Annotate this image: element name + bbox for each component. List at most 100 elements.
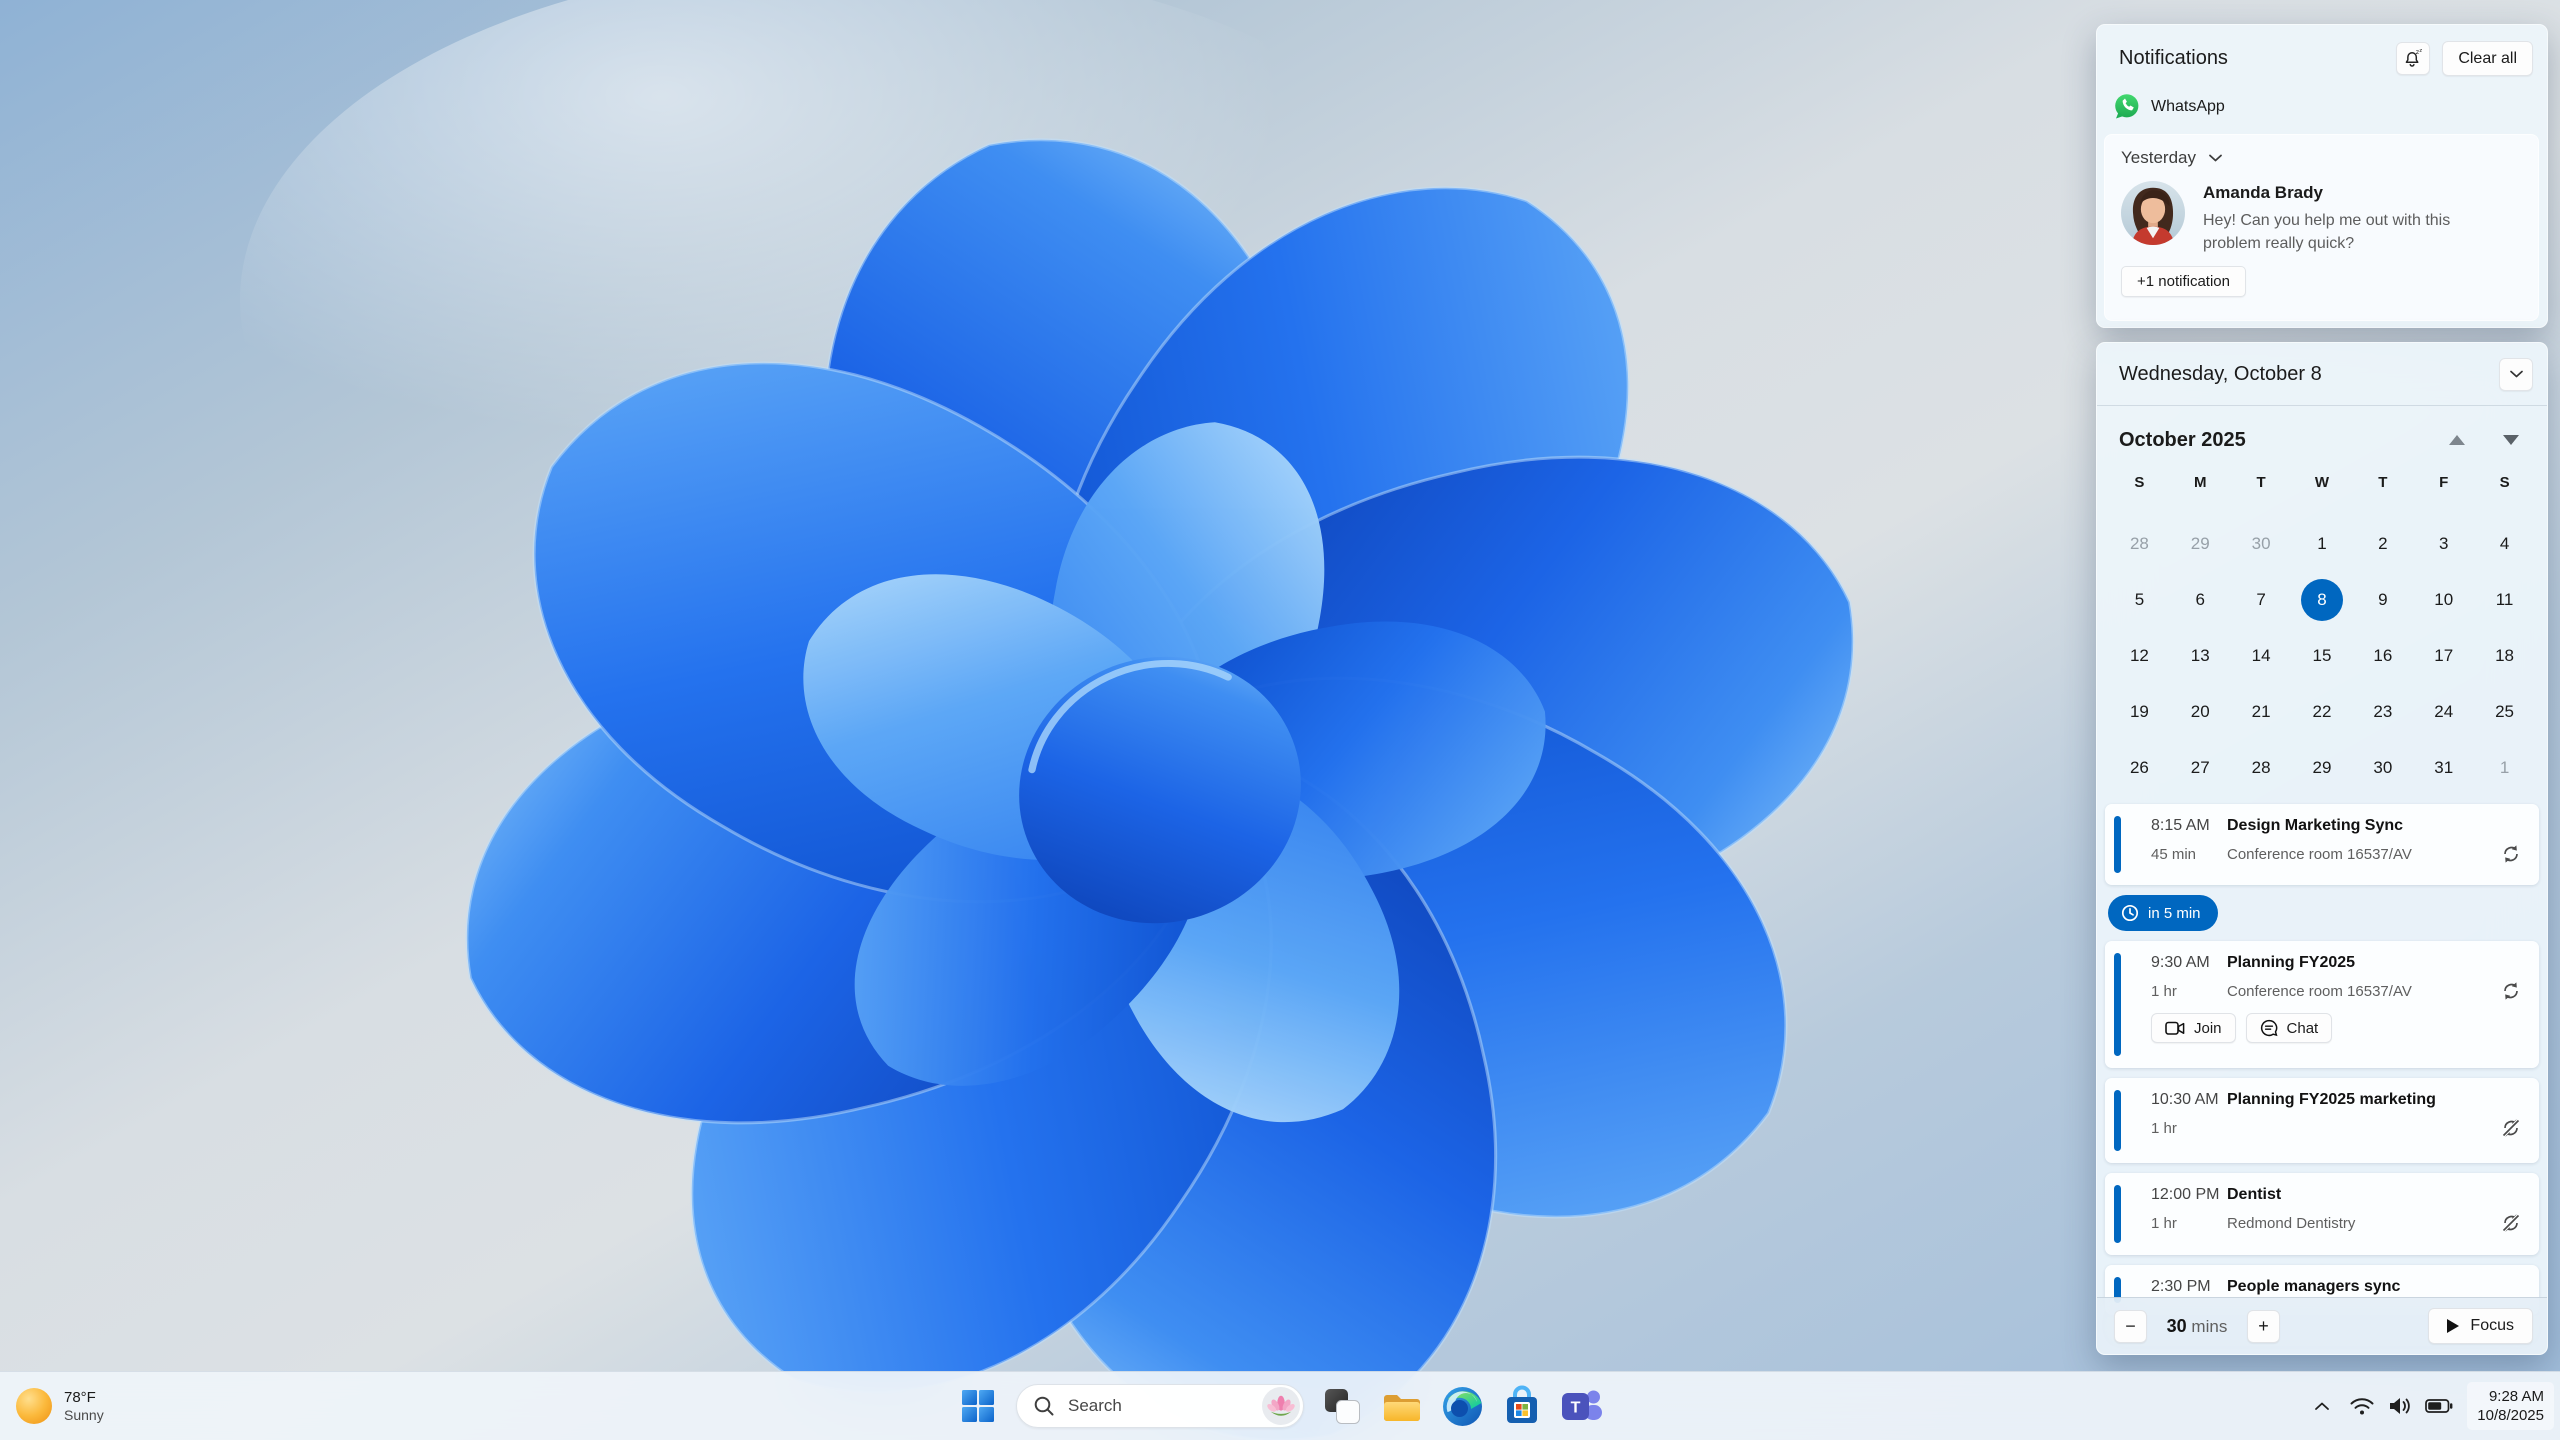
calendar-day[interactable]: 14 <box>2231 628 2292 684</box>
calendar-day[interactable]: 17 <box>2413 628 2474 684</box>
task-view-button[interactable] <box>1320 1384 1364 1428</box>
event-accent-bar <box>2114 953 2121 1056</box>
quick-settings-button[interactable] <box>2339 1386 2463 1426</box>
calendar-day[interactable]: 9 <box>2352 572 2413 628</box>
increase-minutes-button[interactable]: + <box>2247 1309 2280 1343</box>
calendar-day[interactable]: 16 <box>2352 628 2413 684</box>
calendar-date-label: Wednesday, October 8 <box>2119 362 2322 385</box>
calendar-next-month-button[interactable] <box>2503 435 2519 445</box>
calendar-day[interactable]: 29 <box>2170 516 2231 572</box>
calendar-day[interactable]: 3 <box>2413 516 2474 572</box>
svg-text:T: T <box>1571 1400 1581 1417</box>
clock-time: 9:28 AM <box>2488 1388 2544 1405</box>
calendar-month-row: October 2025 <box>2097 406 2547 460</box>
calendar-day[interactable]: 28 <box>2231 740 2292 796</box>
calendar-day[interactable]: 30 <box>2352 740 2413 796</box>
chat-button[interactable]: Chat <box>2245 1013 2333 1043</box>
calendar-day[interactable]: 20 <box>2170 684 2231 740</box>
calendar-day[interactable]: 24 <box>2413 684 2474 740</box>
event-duration: 1 hr <box>2151 1119 2177 1137</box>
calendar-day[interactable]: 27 <box>2170 740 2231 796</box>
calendar-day[interactable]: 26 <box>2109 740 2170 796</box>
event-title: People managers sync <box>2227 1278 2401 1295</box>
desktop: Notifications z z Clear all WhatsApp Yes… <box>0 0 2560 1440</box>
calendar-prev-month-button[interactable] <box>2449 435 2465 445</box>
weekday-header-row: SMTWTFS <box>2097 460 2547 504</box>
agenda-event[interactable]: 10:30 AM Planning FY2025 marketing 1 hr <box>2105 1078 2539 1163</box>
agenda-event[interactable]: 8:15 AM Design Marketing Sync 45 min Con… <box>2105 804 2539 885</box>
event-location: Conference room 16537/AV <box>2227 982 2412 1000</box>
microsoft-store-button[interactable] <box>1500 1384 1544 1428</box>
notification-item[interactable]: Yesterday Amanda Brady Hey! Can you help… <box>2104 134 2539 321</box>
calendar-day[interactable]: 12 <box>2109 628 2170 684</box>
notification-app-group: WhatsApp <box>2113 93 2547 120</box>
notification-settings-button[interactable]: z z <box>2396 42 2431 75</box>
search-input[interactable]: Search <box>1016 1384 1304 1428</box>
calendar-day[interactable]: 10 <box>2413 572 2474 628</box>
calendar-day[interactable]: 30 <box>2231 516 2292 572</box>
file-explorer-button[interactable] <box>1380 1384 1424 1428</box>
weather-temp: 78°F <box>64 1389 96 1406</box>
weekday-label: T <box>2256 474 2266 491</box>
calendar-collapse-button[interactable] <box>2499 357 2533 391</box>
focus-unit: mins <box>2191 1316 2228 1336</box>
calendar-day[interactable]: 28 <box>2109 516 2170 572</box>
taskbar: 78°F Sunny Search T 9:28 AM 10/8/2025 <box>0 1371 2560 1440</box>
more-notifications-button[interactable]: +1 notification <box>2121 266 2246 298</box>
calendar-day[interactable]: 1 <box>2474 740 2535 796</box>
notification-app-name: WhatsApp <box>2151 97 2225 115</box>
calendar-day[interactable]: 2 <box>2352 516 2413 572</box>
agenda-event[interactable]: 12:00 PM Dentist 1 hr Redmond Dentistry <box>2105 1173 2539 1255</box>
event-duration: 1 hr <box>2151 1214 2177 1232</box>
notification-sender: Amanda Brady <box>2203 183 2323 202</box>
calendar-day[interactable]: 4 <box>2474 516 2535 572</box>
calendar-day[interactable]: 5 <box>2109 572 2170 628</box>
calendar-day[interactable]: 11 <box>2474 572 2535 628</box>
sync-off-icon <box>2501 1118 2521 1138</box>
notification-group-row[interactable]: Yesterday <box>2121 148 2522 168</box>
reminder-badge[interactable]: in 5 min <box>2108 895 2218 931</box>
clear-all-button[interactable]: Clear all <box>2442 41 2533 76</box>
notification-group-label: Yesterday <box>2121 148 2196 167</box>
speaker-icon <box>2388 1396 2412 1416</box>
teams-button[interactable]: T <box>1560 1384 1604 1428</box>
calendar-day[interactable]: 18 <box>2474 628 2535 684</box>
hidden-icons-button[interactable] <box>2305 1386 2339 1426</box>
calendar-day[interactable]: 22 <box>2292 684 2353 740</box>
weekday-label: F <box>2439 474 2449 491</box>
search-highlight-badge[interactable] <box>1262 1387 1300 1425</box>
calendar-day[interactable]: 25 <box>2474 684 2535 740</box>
notification-text: Amanda Brady Hey! Can you help me out wi… <box>2203 181 2508 255</box>
focus-button[interactable]: Focus <box>2428 1308 2533 1344</box>
calendar-day[interactable]: 21 <box>2231 684 2292 740</box>
clock-button[interactable]: 9:28 AM 10/8/2025 <box>2467 1382 2554 1430</box>
sync-off-icon <box>2501 1213 2521 1233</box>
event-title: Dentist <box>2227 1186 2282 1203</box>
event-accent-bar <box>2114 1185 2121 1243</box>
start-button[interactable] <box>956 1384 1000 1428</box>
calendar-day[interactable]: 6 <box>2170 572 2231 628</box>
reminder-badge-row: in 5 min <box>2108 895 2547 931</box>
calendar-day[interactable]: 23 <box>2352 684 2413 740</box>
focus-button-label: Focus <box>2470 1317 2514 1334</box>
calendar-day[interactable]: 29 <box>2292 740 2353 796</box>
weekday-label: T <box>2378 474 2388 491</box>
lotus-icon <box>1267 1392 1295 1420</box>
calendar-day[interactable]: 8 <box>2292 572 2353 628</box>
battery-icon <box>2425 1398 2453 1414</box>
notification-center: Notifications z z Clear all WhatsApp Yes… <box>2096 24 2548 328</box>
weather-widget[interactable]: 78°F Sunny <box>14 1386 104 1426</box>
event-time: 12:00 PM <box>2151 1186 2220 1203</box>
calendar-day[interactable]: 7 <box>2231 572 2292 628</box>
join-button[interactable]: Join <box>2151 1013 2236 1043</box>
calendar-day[interactable]: 15 <box>2292 628 2353 684</box>
calendar-day[interactable]: 31 <box>2413 740 2474 796</box>
agenda-event[interactable]: 9:30 AM Planning FY2025 1 hr Conference … <box>2105 941 2539 1068</box>
join-button-label: Join <box>2194 1019 2222 1037</box>
calendar-day[interactable]: 1 <box>2292 516 2353 572</box>
calendar-day[interactable]: 19 <box>2109 684 2170 740</box>
calendar-day[interactable]: 13 <box>2170 628 2231 684</box>
edge-browser-button[interactable] <box>1440 1384 1484 1428</box>
decrease-minutes-button[interactable]: − <box>2114 1309 2147 1343</box>
chevron-up-icon <box>2314 1401 2330 1411</box>
